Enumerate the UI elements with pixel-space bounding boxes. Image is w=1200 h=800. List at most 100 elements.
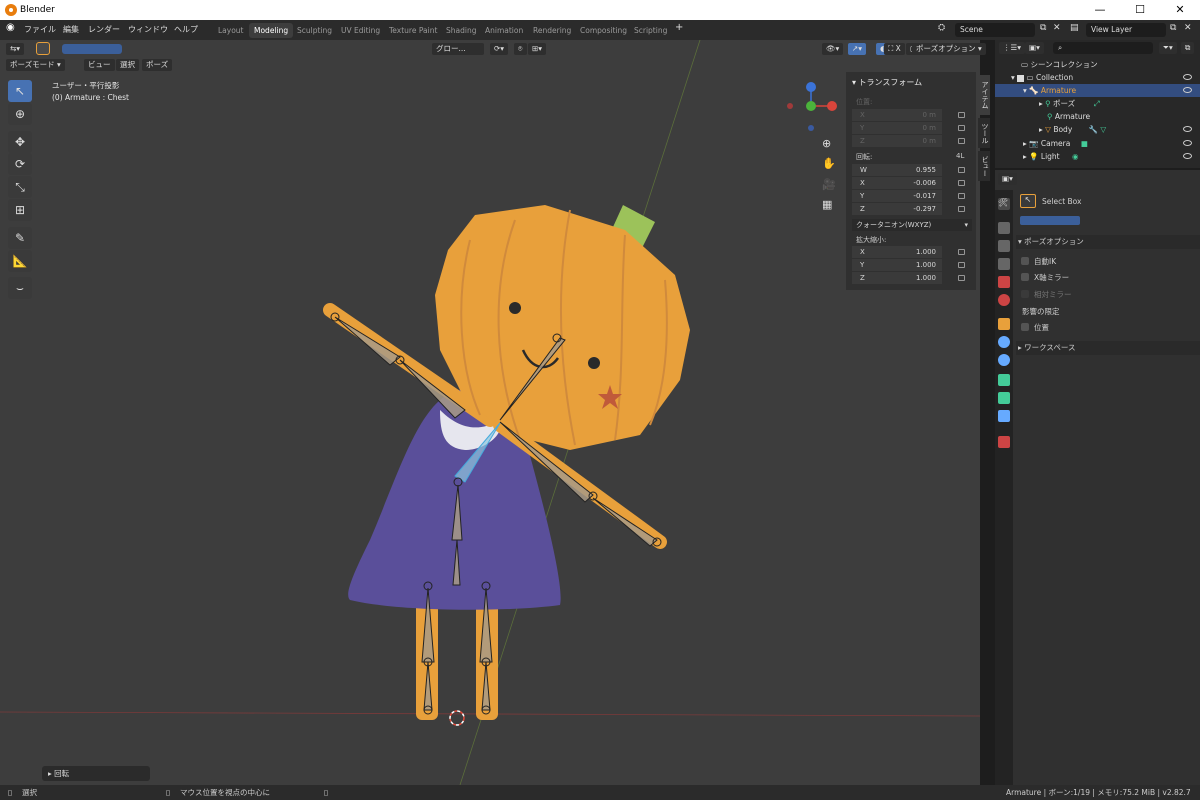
tool-move[interactable]: ✥ [8, 131, 32, 153]
transform-header[interactable]: ▾ トランスフォーム [852, 77, 922, 88]
pivot-point-icon[interactable]: ⟳▾ [490, 43, 509, 55]
location-y-field[interactable]: Y0 m [852, 122, 942, 134]
last-operator-panel[interactable]: ▸ 回転 [42, 766, 150, 781]
zoom-icon[interactable]: ⊕ [822, 137, 831, 150]
tool-transform[interactable]: ⊞ [8, 199, 32, 221]
auto-ik-checkbox[interactable] [1021, 257, 1029, 265]
rotation-y-field[interactable]: Y -0.017 [852, 190, 942, 202]
outliner-camera[interactable]: ▸ 📷 Camera ■ [995, 137, 1200, 150]
outliner-collection[interactable]: ▾ ▭ Collection [995, 71, 1200, 84]
tab-active-tool-icon[interactable]: 🛠 [998, 198, 1010, 210]
rotation-mode-dropdown[interactable]: クォータニオン(WXYZ) ▾ [852, 219, 972, 231]
scale-y-field[interactable]: Y 1.000 [852, 259, 942, 271]
select-tool-icon[interactable] [36, 42, 50, 55]
tab-scripting[interactable]: Scripting [629, 23, 672, 38]
outliner-search-input[interactable]: ⌕ [1053, 42, 1153, 54]
outliner-armature[interactable]: ▾ 🦴 Armature [995, 84, 1200, 97]
visibility-eye-icon[interactable] [1183, 126, 1192, 132]
gizmo-toggle-icon[interactable]: ↗▾ [848, 43, 867, 55]
editor-type-icon[interactable]: ⇆▾ [6, 43, 25, 55]
properties-editor-icon[interactable]: ▣▾ [998, 173, 1017, 185]
lock-icon[interactable] [958, 193, 965, 199]
tab-shading[interactable]: Shading [441, 23, 481, 38]
tool-measure[interactable]: 📐 [8, 250, 32, 272]
outliner-light[interactable]: ▸ 💡 Light ◉ [995, 150, 1200, 163]
outliner-body[interactable]: ▸ ▽ Body 🔧 ▽ [995, 123, 1200, 136]
tool-mode-buttons[interactable] [1020, 216, 1080, 225]
rotation-z-field[interactable]: Z -0.297 [852, 203, 942, 215]
camera-view-icon[interactable]: 🎥 [822, 178, 836, 191]
tab-world-icon[interactable] [998, 294, 1010, 306]
rotation-w-field[interactable]: W 0.955 [852, 164, 942, 176]
proportional-edit-icon[interactable]: ⊞▾ [528, 43, 547, 55]
tab-render-icon[interactable] [998, 222, 1010, 234]
pose-options-panel-header[interactable]: ▾ ポーズオプション [1016, 235, 1200, 249]
tab-texture-icon[interactable] [998, 436, 1010, 448]
x-mirror-checkbox[interactable] [1021, 273, 1029, 281]
tab-bone-constraints-icon[interactable] [998, 410, 1010, 422]
pose-mode-dropdown[interactable]: ポーズモード ▾ [6, 59, 65, 71]
tab-rendering[interactable]: Rendering [528, 23, 576, 38]
visibility-eye-icon[interactable] [1183, 87, 1192, 93]
checkbox-icon[interactable] [1017, 74, 1025, 82]
blender-menu-icon[interactable]: ◉ [6, 22, 15, 33]
tool-select-box[interactable]: ↖ [8, 80, 32, 102]
menu-window[interactable]: ウィンドウ [128, 24, 168, 35]
rotation-mode-short[interactable]: 4L [956, 152, 964, 160]
outliner-editor-icon[interactable]: ⋮☰▾ [999, 42, 1025, 54]
tab-compositing[interactable]: Compositing [575, 23, 632, 38]
visibility-eye-icon[interactable] [1183, 74, 1192, 80]
xray-pose-icon[interactable]: ⛶ X [884, 43, 905, 55]
tab-output-icon[interactable] [998, 240, 1010, 252]
lock-icon[interactable] [958, 275, 965, 281]
scene-selector[interactable]: Scene [955, 23, 1035, 37]
workspace-panel-header[interactable]: ▸ ワークスペース [1016, 341, 1200, 355]
lock-icon[interactable] [958, 125, 965, 131]
lock-icon[interactable] [958, 180, 965, 186]
add-workspace-icon[interactable]: + [675, 22, 683, 33]
menu-select[interactable]: 選択 [116, 59, 139, 71]
visibility-icon[interactable]: 👁▾ [822, 43, 844, 55]
tab-layout[interactable]: Layout [213, 23, 249, 38]
menu-pose[interactable]: ポーズ [142, 59, 173, 71]
view-layer-icon[interactable]: ▤ [1070, 23, 1079, 33]
tool-scale[interactable]: ⤡ [8, 176, 32, 198]
close-button[interactable]: ✕ [1160, 0, 1200, 20]
lock-icon[interactable] [958, 206, 965, 212]
lock-icon[interactable] [958, 112, 965, 118]
lock-icon[interactable] [958, 138, 965, 144]
tool-cursor[interactable]: ⊕ [8, 103, 32, 125]
3d-viewport[interactable] [0, 40, 980, 785]
menu-edit[interactable]: 編集 [63, 24, 79, 35]
menu-view[interactable]: ビュー [84, 59, 115, 71]
tab-view[interactable]: ビュー [978, 151, 990, 181]
new-scene-icon[interactable]: ⧉ [1040, 23, 1046, 33]
transform-orientation-dropdown[interactable]: グロー... [432, 43, 484, 55]
display-mode-icon[interactable]: ▣▾ [1025, 42, 1044, 54]
tool-rotate[interactable]: ⟳ [8, 153, 32, 175]
tab-physics-icon[interactable] [998, 336, 1010, 348]
delete-scene-icon[interactable]: ✕ [1053, 23, 1061, 33]
tab-armature-data-icon[interactable] [998, 374, 1010, 386]
outliner-armature-data[interactable]: ⚲ Armature [995, 110, 1200, 123]
outliner-scene-collection[interactable]: ▭ シーンコレクション [995, 58, 1200, 71]
tool-annotate[interactable]: ✎ [8, 227, 32, 249]
tab-constraints-icon[interactable] [998, 354, 1010, 366]
tab-animation[interactable]: Animation [480, 23, 528, 38]
ortho-grid-icon[interactable]: ▦ [822, 198, 832, 211]
minimize-button[interactable]: — [1080, 0, 1120, 20]
maximize-button[interactable]: ☐ [1120, 0, 1160, 20]
menu-render[interactable]: レンダー [88, 24, 120, 35]
visibility-eye-icon[interactable] [1183, 140, 1192, 146]
location-x-field[interactable]: X0 m [852, 109, 942, 121]
tab-modeling[interactable]: Modeling [249, 23, 294, 38]
tab-object-icon[interactable] [998, 318, 1010, 330]
pose-options-dropdown[interactable]: ポーズオプション ▾ [912, 43, 986, 55]
relative-mirror-checkbox[interactable] [1021, 290, 1029, 298]
lock-icon[interactable] [958, 262, 965, 268]
rotation-x-field[interactable]: X -0.006 [852, 177, 942, 189]
scale-z-field[interactable]: Z 1.000 [852, 272, 942, 284]
lock-icon[interactable] [958, 167, 965, 173]
snap-icon[interactable]: ⌾ [514, 43, 527, 55]
menu-help[interactable]: ヘルプ [174, 24, 198, 35]
